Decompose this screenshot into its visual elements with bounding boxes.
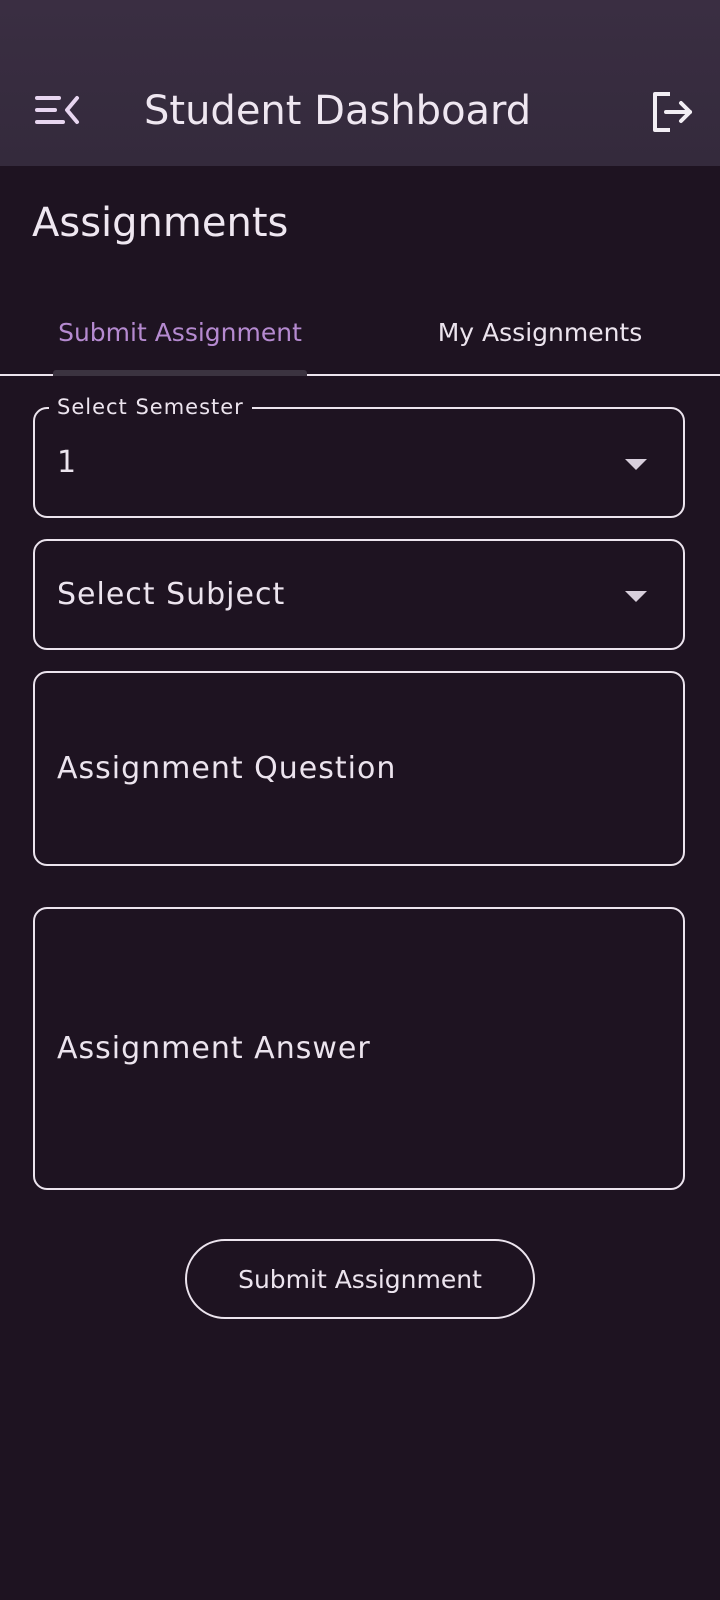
- app-bar: Student Dashboard: [0, 0, 720, 166]
- submit-assignment-button[interactable]: Submit Assignment: [185, 1239, 535, 1319]
- menu-button[interactable]: [26, 86, 86, 134]
- menu-open-icon: [35, 96, 79, 124]
- active-tab-indicator: [53, 370, 307, 376]
- assignment-answer-field[interactable]: Assignment Answer: [33, 907, 685, 1190]
- app-title: Student Dashboard: [144, 88, 532, 134]
- dropdown-arrow-icon: [625, 591, 647, 602]
- subject-placeholder: Select Subject: [57, 577, 286, 612]
- semester-dropdown[interactable]: Select Semester 1: [33, 393, 685, 518]
- assignment-answer-placeholder: Assignment Answer: [57, 1031, 371, 1066]
- logout-button[interactable]: [644, 86, 700, 138]
- subject-dropdown[interactable]: Select Subject: [33, 539, 685, 650]
- tab-bar: Submit Assignment My Assignments: [0, 290, 720, 376]
- semester-label: Select Semester: [49, 393, 252, 421]
- tab-submit-assignment[interactable]: Submit Assignment: [53, 290, 307, 374]
- logout-icon: [653, 92, 692, 132]
- assignment-question-placeholder: Assignment Question: [57, 751, 397, 786]
- tab-my-assignments[interactable]: My Assignments: [420, 290, 660, 374]
- semester-value: 1: [57, 445, 77, 480]
- dropdown-arrow-icon: [625, 459, 647, 470]
- assignment-question-field[interactable]: Assignment Question: [33, 671, 685, 866]
- page-title: Assignments: [32, 200, 289, 246]
